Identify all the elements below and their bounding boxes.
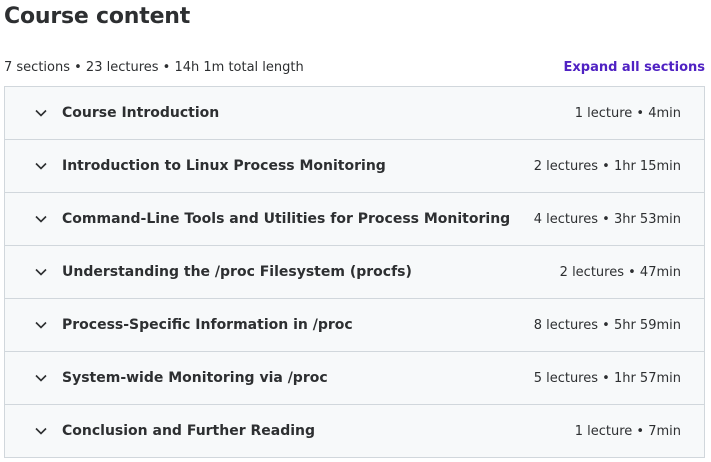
section-meta: 1 lecture • 4min: [574, 105, 681, 121]
section-meta: 2 lectures • 47min: [559, 264, 681, 280]
course-summary: 7 sections • 23 lectures • 14h 1m total …: [4, 59, 304, 75]
section-header-understanding-procfs[interactable]: Understanding the /proc Filesystem (proc…: [5, 246, 704, 299]
expand-all-sections-button[interactable]: Expand all sections: [564, 60, 706, 75]
section-meta: 1 lecture • 7min: [574, 423, 681, 439]
section-header-system-wide-monitoring[interactable]: System-wide Monitoring via /proc 5 lectu…: [5, 352, 704, 405]
chevron-down-icon: [33, 264, 49, 280]
chevron-down-icon: [33, 211, 49, 227]
section-meta: 2 lectures • 1hr 15min: [533, 158, 681, 174]
course-content-title: Course content: [4, 4, 191, 29]
section-title: Course Introduction: [62, 105, 220, 121]
chevron-down-icon: [33, 370, 49, 386]
course-sections-accordion: Course Introduction 1 lecture • 4min Int…: [4, 86, 705, 458]
section-title: System-wide Monitoring via /proc: [62, 370, 328, 386]
section-title: Conclusion and Further Reading: [62, 423, 316, 439]
section-meta: 8 lectures • 5hr 59min: [533, 317, 681, 333]
section-meta: 4 lectures • 3hr 53min: [533, 211, 681, 227]
section-header-process-specific-info[interactable]: Process-Specific Information in /proc 8 …: [5, 299, 704, 352]
section-header-intro-linux-process-monitoring[interactable]: Introduction to Linux Process Monitoring…: [5, 140, 704, 193]
section-title: Understanding the /proc Filesystem (proc…: [62, 264, 412, 280]
chevron-down-icon: [33, 105, 49, 121]
section-title: Introduction to Linux Process Monitoring: [62, 158, 386, 174]
chevron-down-icon: [33, 423, 49, 439]
section-title: Process-Specific Information in /proc: [62, 317, 353, 333]
chevron-down-icon: [33, 158, 49, 174]
section-header-command-line-tools[interactable]: Command-Line Tools and Utilities for Pro…: [5, 193, 704, 246]
section-meta: 5 lectures • 1hr 57min: [533, 370, 681, 386]
course-summary-row: 7 sections • 23 lectures • 14h 1m total …: [4, 57, 705, 77]
section-header-conclusion[interactable]: Conclusion and Further Reading 1 lecture…: [5, 405, 704, 458]
chevron-down-icon: [33, 317, 49, 333]
section-title: Command-Line Tools and Utilities for Pro…: [62, 211, 511, 227]
section-header-course-introduction[interactable]: Course Introduction 1 lecture • 4min: [5, 87, 704, 140]
